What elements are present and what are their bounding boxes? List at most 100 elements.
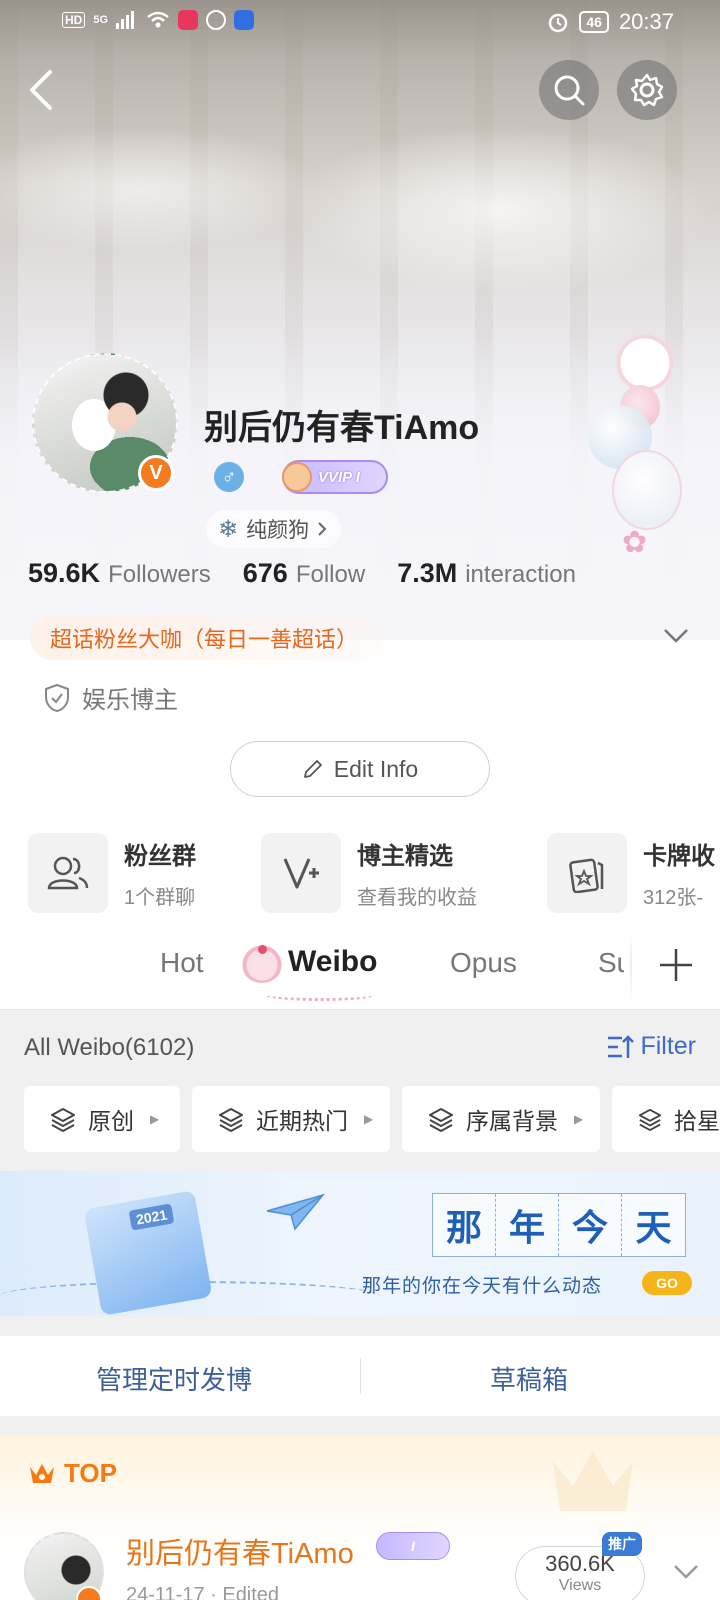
caret-right-icon: ▶ bbox=[574, 1112, 584, 1126]
layers-icon bbox=[429, 1108, 453, 1132]
banner-subtitle: 那年的你在今天有什么动态 bbox=[362, 1275, 603, 1297]
feature-subtitle: 查看我的收益 bbox=[357, 887, 477, 909]
supertopic-badge[interactable]: 超话粉丝大咖（每日一善超话） bbox=[30, 616, 383, 660]
back-arrow-icon[interactable] bbox=[22, 68, 62, 112]
pinned-post[interactable]: TOP 别后仍有春TiAmo I 24-11-17 · Edited 360.6… bbox=[0, 1436, 720, 1600]
title-char: 天 bbox=[622, 1194, 685, 1256]
edit-info-label: Edit Info bbox=[333, 755, 419, 782]
crown-watermark-icon bbox=[553, 1451, 633, 1511]
status-bar-right: 46 20:37 bbox=[547, 9, 674, 35]
bunny-sticker-decoration bbox=[610, 325, 680, 395]
post-author-name[interactable]: 别后仍有春TiAmo bbox=[126, 1530, 354, 1572]
battery-indicator: 46 bbox=[579, 11, 609, 33]
layers-icon bbox=[51, 1108, 75, 1132]
chip-label: 近期热门 bbox=[256, 1108, 348, 1134]
card-collection-card[interactable]: 卡牌收 312张- bbox=[547, 833, 715, 913]
vvip-badge-label: VVIP I bbox=[318, 468, 360, 486]
followers-count: 59.6K bbox=[28, 558, 101, 588]
vvip-badge[interactable]: VVIP I bbox=[282, 460, 388, 494]
views-label: Views bbox=[558, 1577, 602, 1594]
on-this-day-banner[interactable]: 2021 那 年 今 天 那年的你在今天有什么动态 GO bbox=[0, 1171, 720, 1316]
chevron-down-icon[interactable] bbox=[662, 626, 690, 646]
search-icon bbox=[554, 75, 585, 106]
category-chip[interactable]: 拾星 bbox=[612, 1086, 720, 1152]
search-button[interactable] bbox=[539, 60, 599, 120]
male-gender-icon: ♂ bbox=[214, 462, 244, 492]
hd-indicator: HD bbox=[62, 12, 86, 28]
feature-icon-box bbox=[547, 833, 627, 913]
chip-label: 序属背景 bbox=[466, 1108, 558, 1134]
following-stat[interactable]: 676 Follow bbox=[243, 558, 365, 589]
snowflake-icon: ❄ bbox=[218, 515, 239, 543]
card-icon bbox=[569, 858, 604, 893]
alarm-icon bbox=[549, 13, 568, 33]
active-tab-indicator bbox=[265, 989, 375, 1001]
status-bar-left: HD 5G bbox=[62, 10, 255, 30]
clock: 20:37 bbox=[618, 9, 674, 34]
bow-decoration: ✿ bbox=[622, 526, 648, 559]
title-char: 年 bbox=[496, 1194, 559, 1256]
edit-info-button[interactable]: Edit Info bbox=[230, 741, 490, 797]
wifi-icon bbox=[147, 11, 169, 28]
interaction-count: 7.3M bbox=[397, 558, 458, 588]
wechat-icon bbox=[206, 10, 227, 30]
avatar-container[interactable]: V bbox=[26, 345, 186, 500]
drafts-button[interactable]: 草稿箱 bbox=[490, 1360, 568, 1397]
pinned-label-text: TOP bbox=[64, 1458, 117, 1488]
caret-right-icon: ▶ bbox=[150, 1112, 160, 1126]
paper-plane-icon bbox=[266, 1193, 325, 1231]
tab-divider bbox=[630, 933, 632, 1001]
category-chip[interactable]: 近期热门 ▶ bbox=[192, 1086, 390, 1152]
tab-hot[interactable]: Hot bbox=[160, 947, 204, 979]
profile-tag-pill[interactable]: ❄ 纯颜狗 bbox=[206, 510, 342, 548]
role-label: 娱乐博主 bbox=[82, 687, 178, 714]
gear-icon bbox=[630, 73, 664, 107]
promotion-tag[interactable]: 推广 bbox=[602, 1532, 642, 1556]
feature-icon-box bbox=[261, 833, 341, 913]
weibo-list-header: All Weibo(6102) Filter 原创 ▶ 近期热门 ▶ 序属背景 ▶ 拾… bbox=[0, 1009, 720, 1171]
all-weibo-count: All Weibo(6102) bbox=[24, 1034, 195, 1061]
caret-right-icon: ▶ bbox=[364, 1112, 374, 1126]
feature-icon-box bbox=[28, 833, 108, 913]
app-notification-icon bbox=[234, 10, 255, 30]
settings-button[interactable] bbox=[617, 60, 677, 120]
network-indicator: 5G bbox=[93, 14, 109, 26]
chevron-right-icon bbox=[318, 522, 327, 536]
feature-subtitle: 312张- bbox=[643, 887, 704, 909]
signal-icon bbox=[116, 11, 135, 29]
category-chip[interactable]: 原创 ▶ bbox=[24, 1086, 180, 1152]
profile-tag-label: 纯颜狗 bbox=[246, 519, 310, 542]
tab-overflow[interactable]: Su bbox=[598, 947, 624, 979]
tab-weibo[interactable]: Weibo bbox=[288, 945, 377, 979]
interaction-stat[interactable]: 7.3M interaction bbox=[397, 558, 576, 589]
feature-text: 博主精选 查看我的收益 bbox=[357, 836, 477, 910]
title-char: 今 bbox=[559, 1194, 622, 1256]
filter-icon bbox=[608, 1034, 635, 1058]
tab-opus[interactable]: Opus bbox=[450, 947, 517, 979]
followers-stat[interactable]: 59.6K Followers bbox=[28, 558, 211, 589]
following-label: Follow bbox=[295, 561, 366, 588]
music-app-icon bbox=[178, 10, 199, 30]
fan-group-card[interactable]: 粉丝群 1个群聊 bbox=[28, 833, 196, 913]
section-gap bbox=[0, 1416, 720, 1436]
interaction-label: interaction bbox=[465, 561, 576, 588]
creator-select-card[interactable]: 博主精选 查看我的收益 bbox=[261, 833, 477, 913]
go-button[interactable]: GO bbox=[642, 1271, 692, 1295]
vip-badge[interactable]: I bbox=[376, 1532, 450, 1560]
role-row[interactable]: 娱乐博主 bbox=[44, 680, 178, 715]
verified-badge: V bbox=[138, 455, 174, 491]
category-chip[interactable]: 序属背景 ▶ bbox=[402, 1086, 600, 1152]
layers-icon bbox=[638, 1108, 662, 1131]
profile-stats: 59.6K Followers 676 Follow 7.3M interact… bbox=[28, 558, 576, 589]
cake-icon bbox=[240, 939, 284, 983]
profile-tabs: Hot Weibo Opus Su bbox=[0, 925, 720, 1009]
filter-button[interactable]: Filter bbox=[606, 1032, 696, 1061]
following-count: 676 bbox=[242, 558, 288, 588]
scheduled-posts-button[interactable]: 管理定时发博 bbox=[96, 1360, 252, 1397]
on-this-day-title: 那 年 今 天 bbox=[432, 1193, 686, 1257]
feature-subtitle: 1个群聊 bbox=[124, 887, 196, 909]
creator-select-icon bbox=[283, 858, 319, 889]
pinned-label: TOP bbox=[28, 1458, 117, 1489]
add-tab-icon[interactable] bbox=[656, 945, 696, 985]
chevron-down-icon[interactable] bbox=[672, 1562, 700, 1582]
